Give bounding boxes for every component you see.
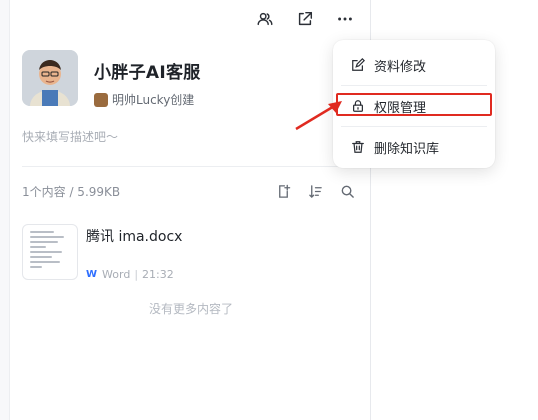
creator-avatar (94, 92, 108, 107)
search-icon[interactable] (338, 182, 356, 200)
word-icon: W (86, 269, 98, 280)
menu-item-delete-kb[interactable]: 删除知识库 (333, 128, 495, 166)
menu-item-permissions[interactable]: 权限管理 (333, 87, 495, 125)
edit-icon (352, 58, 365, 71)
trash-icon (352, 141, 364, 153)
kb-avatar[interactable] (22, 50, 78, 106)
menu-item-label: 删除知识库 (374, 141, 440, 157)
menu-item-label: 权限管理 (374, 100, 427, 116)
share-icon[interactable] (292, 8, 318, 30)
kb-header: 小胖子AI客服 明帅Lucky创建 (22, 50, 201, 108)
menu-divider (341, 85, 487, 86)
content-toolbar: 1个内容 / 5.99KB (22, 182, 360, 200)
file-name: 腾讯 ima.docx (86, 229, 183, 245)
lock-icon (353, 100, 363, 112)
list-item[interactable]: 腾讯 ima.docx W Word | 21:32 (22, 224, 182, 281)
left-panel-edge (0, 0, 10, 420)
menu-divider (341, 126, 487, 127)
sort-icon[interactable] (306, 182, 324, 200)
menu-item-edit-info[interactable]: 资料修改 (333, 46, 495, 84)
top-action-bar (252, 8, 358, 30)
add-file-icon[interactable] (274, 182, 292, 200)
kb-title: 小胖子AI客服 (94, 63, 201, 83)
kb-creator-label: 明帅Lucky创建 (112, 93, 195, 107)
file-type: Word (102, 268, 131, 281)
members-icon[interactable] (252, 8, 278, 30)
content-count: 1个内容 / 5.99KB (22, 184, 121, 199)
divider (22, 166, 360, 167)
kb-creator: 明帅Lucky创建 (94, 91, 201, 108)
kb-description[interactable]: 快来填写描述吧～ (22, 128, 118, 145)
no-more-content: 没有更多内容了 (148, 302, 233, 316)
meta-separator: | (134, 268, 139, 281)
more-icon[interactable] (332, 8, 358, 30)
file-time: 21:32 (142, 268, 174, 281)
file-thumbnail (22, 224, 78, 280)
menu-item-label: 资料修改 (374, 59, 427, 75)
more-menu: 资料修改 权限管理 删除知识库 (333, 40, 495, 168)
